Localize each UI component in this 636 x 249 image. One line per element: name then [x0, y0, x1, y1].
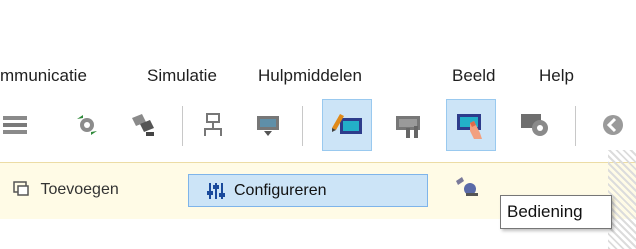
list-icon[interactable] — [0, 99, 40, 151]
tools-panel-icon[interactable] — [384, 99, 434, 151]
sliders-icon — [207, 181, 225, 206]
menu-communicatie[interactable]: mmunicatie — [0, 66, 87, 86]
toolbar-separator — [182, 106, 183, 146]
menu-simulatie[interactable]: Simulatie — [147, 66, 217, 86]
bottles-icon[interactable] — [118, 99, 168, 151]
configure-label: Configureren — [234, 182, 327, 199]
tooltip: Bediening — [500, 195, 612, 229]
menu-hulpmiddelen[interactable]: Hulpmiddelen — [258, 66, 362, 86]
gear-arrows-icon[interactable] — [62, 99, 112, 151]
toolbar-separator — [302, 106, 303, 146]
toolbar — [0, 92, 636, 162]
add-button[interactable]: Toevoegen — [12, 179, 119, 199]
add-item-icon — [12, 181, 34, 198]
toolbar-separator — [575, 106, 576, 146]
network-icon[interactable] — [188, 99, 238, 151]
edit-panel-icon[interactable] — [322, 99, 372, 151]
window-edge-pattern — [608, 150, 636, 249]
menu-beeld[interactable]: Beeld — [452, 66, 495, 86]
settings-gear-icon[interactable] — [510, 99, 560, 151]
configure-button[interactable]: Configureren — [188, 174, 428, 207]
add-label: Toevoegen — [40, 181, 119, 198]
control-icon[interactable] — [452, 175, 482, 204]
back-arrow-icon[interactable] — [588, 99, 636, 151]
monitor-down-icon[interactable] — [243, 99, 293, 151]
touch-panel-icon[interactable] — [446, 99, 496, 151]
menu-bar: mmunicatie Simulatie Hulpmiddelen Beeld … — [0, 62, 636, 92]
menu-help[interactable]: Help — [539, 66, 574, 86]
window-title-area — [0, 0, 636, 62]
